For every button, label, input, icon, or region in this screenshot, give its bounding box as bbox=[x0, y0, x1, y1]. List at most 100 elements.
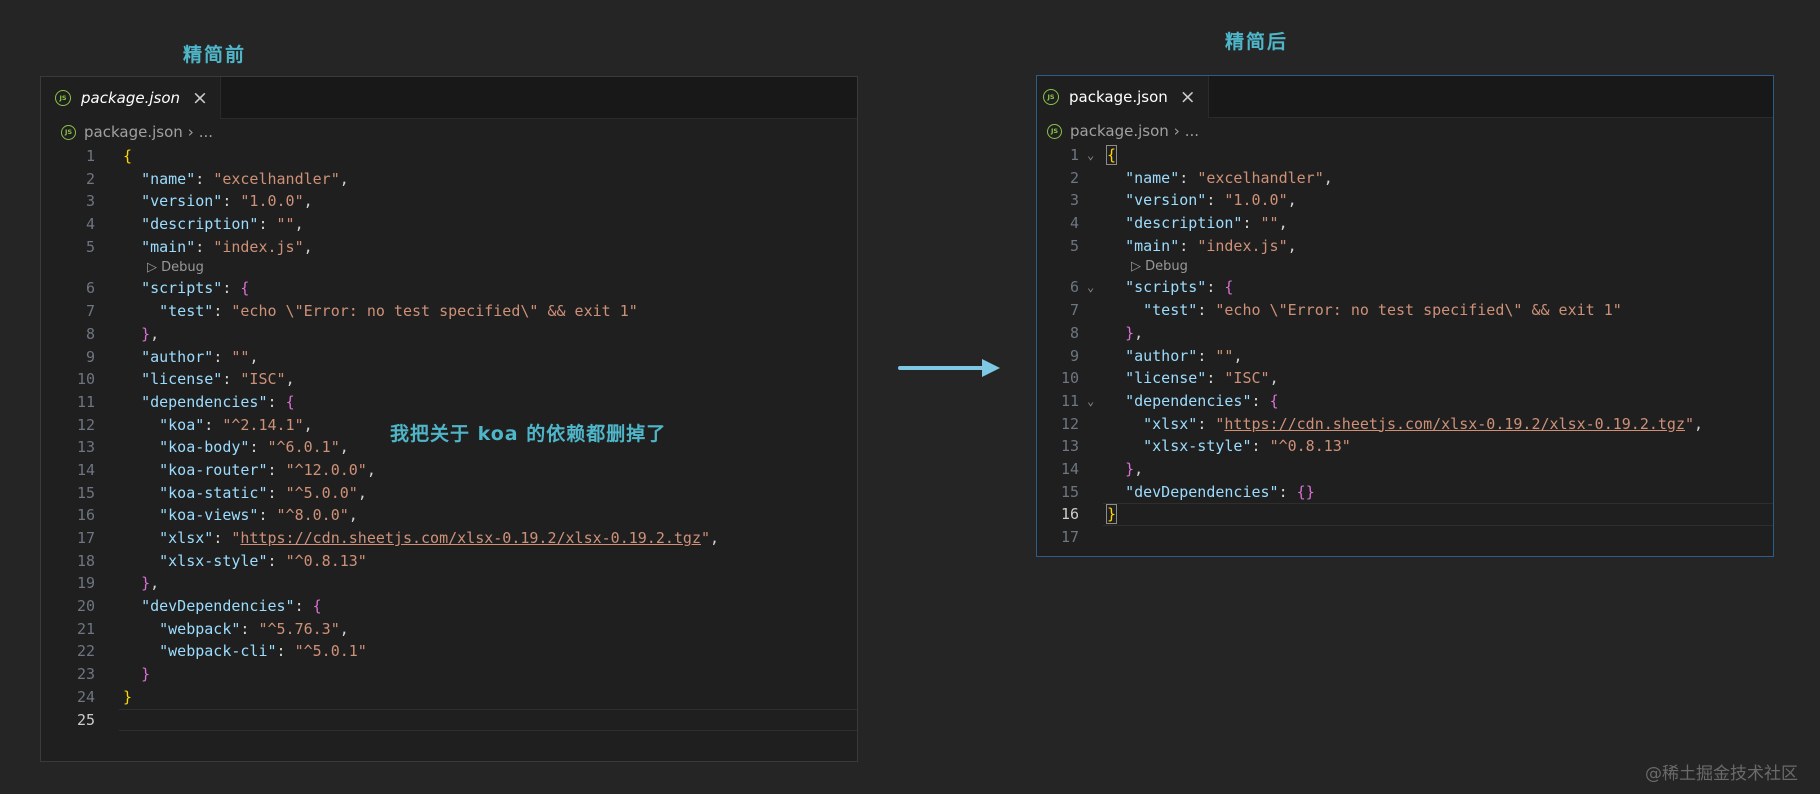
code-text: "version": "1.0.0", bbox=[141, 192, 313, 211]
breadcrumb-file[interactable]: package.json bbox=[1070, 122, 1169, 140]
line-number: 16 bbox=[76, 506, 95, 525]
code-line[interactable]: 14 }, bbox=[1037, 458, 1773, 481]
line-number: 17 bbox=[1060, 528, 1079, 546]
line-number: 11 bbox=[76, 392, 95, 411]
code-line[interactable]: 7 "test": "echo \"Error: no test specifi… bbox=[1037, 299, 1773, 322]
code-text: } bbox=[141, 665, 151, 684]
code-line[interactable]: 3 "version": "1.0.0", bbox=[1037, 189, 1773, 212]
line-number: 7 bbox=[85, 302, 95, 321]
line-number: 1 bbox=[1069, 146, 1079, 164]
debug-codelens[interactable]: ▷ Debug bbox=[1037, 257, 1773, 276]
code-text: "version": "1.0.0", bbox=[1125, 191, 1297, 210]
code-line[interactable]: 21 "webpack": "^5.76.3", bbox=[41, 618, 857, 641]
code-text: "webpack-cli": "^5.0.1" bbox=[159, 642, 367, 661]
fold-chevron-icon[interactable]: ⌄ bbox=[1087, 144, 1094, 167]
code-line[interactable]: 24} bbox=[41, 686, 857, 709]
code-line[interactable]: 2 "name": "excelhandler", bbox=[1037, 167, 1773, 190]
code-text: "scripts": { bbox=[1125, 278, 1234, 297]
code-line[interactable]: 4 "description": "", bbox=[1037, 212, 1773, 235]
code-line[interactable]: 2 "name": "excelhandler", bbox=[41, 168, 857, 191]
line-number: 7 bbox=[1069, 301, 1079, 320]
code-line[interactable]: 13 "xlsx-style": "^0.8.13" bbox=[1037, 435, 1773, 458]
code-text: "devDependencies": { bbox=[141, 597, 322, 616]
line-number: 18 bbox=[76, 551, 95, 570]
line-number: 2 bbox=[85, 169, 95, 188]
breadcrumb-more[interactable]: ... bbox=[1185, 122, 1199, 140]
codelens-label: Debug bbox=[161, 260, 204, 276]
code-line[interactable]: 22 "webpack-cli": "^5.0.1" bbox=[41, 640, 857, 663]
code-line[interactable]: 4 "description": "", bbox=[41, 213, 857, 236]
code-line[interactable]: 10 "license": "ISC", bbox=[41, 368, 857, 391]
code-line[interactable]: 25 bbox=[41, 708, 857, 732]
code-line[interactable]: 11 "dependencies": { bbox=[41, 391, 857, 414]
code-line[interactable]: 8 }, bbox=[41, 323, 857, 346]
code-line[interactable]: 17 bbox=[1037, 526, 1773, 549]
code-line[interactable]: 9 "author": "", bbox=[41, 346, 857, 369]
debug-codelens[interactable]: ▷ Debug bbox=[41, 258, 857, 277]
arrow-right-icon bbox=[898, 359, 1000, 377]
code-text: "koa": "^2.14.1", bbox=[159, 415, 313, 434]
code-line[interactable]: 23 } bbox=[41, 663, 857, 686]
code-line[interactable]: 15 "devDependencies": {} bbox=[1037, 481, 1773, 504]
close-icon[interactable]: × bbox=[192, 88, 208, 108]
code-text: "description": "", bbox=[1125, 214, 1288, 233]
code-line[interactable]: 6 ⌄ "scripts": { bbox=[1037, 276, 1773, 299]
code-line[interactable]: 5 "main": "index.js", bbox=[41, 236, 857, 259]
line-number: 22 bbox=[76, 642, 95, 661]
line-number: 20 bbox=[76, 597, 95, 616]
code-line[interactable]: 9 "author": "", bbox=[1037, 345, 1773, 368]
code-line[interactable]: 11 ⌄ "dependencies": { bbox=[1037, 390, 1773, 413]
code-line[interactable]: 12 "xlsx": "https://cdn.sheetjs.com/xlsx… bbox=[1037, 413, 1773, 436]
code-area[interactable]: 1 ⌄{2 "name": "excelhandler", 3 "version":… bbox=[1037, 144, 1773, 549]
code-text: "xlsx": "https://cdn.sheetjs.com/xlsx-0.… bbox=[159, 529, 720, 547]
line-number: 3 bbox=[1069, 191, 1079, 210]
caption-after: 精简后 bbox=[1225, 31, 1289, 53]
code-line[interactable]: 1{ bbox=[41, 145, 857, 168]
code-text: "name": "excelhandler", bbox=[141, 169, 349, 188]
fold-chevron-icon[interactable]: ⌄ bbox=[1087, 276, 1094, 299]
code-line[interactable]: 10 "license": "ISC", bbox=[1037, 367, 1773, 390]
json-file-icon: JS bbox=[1043, 89, 1059, 105]
current-line-highlight bbox=[1103, 503, 1773, 526]
code-text: "test": "echo \"Error: no test specified… bbox=[159, 302, 638, 321]
breadcrumb-file[interactable]: package.json bbox=[84, 123, 183, 141]
fold-chevron-icon[interactable]: ⌄ bbox=[1087, 390, 1094, 413]
json-file-icon: JS bbox=[1047, 123, 1062, 139]
code-line[interactable]: 20 "devDependencies": { bbox=[41, 595, 857, 618]
code-line[interactable]: 14 "koa-router": "^12.0.0", bbox=[41, 459, 857, 482]
close-icon[interactable]: × bbox=[1180, 87, 1196, 107]
line-number: 12 bbox=[1060, 414, 1079, 433]
code-line[interactable]: 16 "koa-views": "^8.0.0", bbox=[41, 504, 857, 527]
code-line[interactable]: 1 ⌄ { bbox=[1037, 144, 1773, 167]
code-text: "webpack": "^5.76.3", bbox=[159, 619, 349, 638]
code-line[interactable]: 7 "test": "echo \"Error: no test specifi… bbox=[41, 300, 857, 323]
code-line[interactable]: 6 "scripts": { bbox=[41, 277, 857, 300]
tab-package-json[interactable]: JS package.json × bbox=[41, 77, 221, 119]
code-text: "author": "", bbox=[141, 347, 259, 366]
code-line[interactable]: 3 "version": "1.0.0", bbox=[41, 190, 857, 213]
code-text: "koa-static": "^5.0.0", bbox=[159, 483, 367, 502]
code-text: "test": "echo \"Error: no test specified… bbox=[1143, 301, 1622, 320]
code-text: }, bbox=[1125, 459, 1144, 478]
code-line[interactable]: 17 "xlsx": "https://cdn.sheetjs.com/xlsx… bbox=[41, 527, 857, 550]
breadcrumb-more[interactable]: ... bbox=[199, 123, 213, 141]
tab-package-json[interactable]: JS package.json × bbox=[1037, 76, 1209, 118]
code-line[interactable]: 18 "xlsx-style": "^0.8.13" bbox=[41, 550, 857, 573]
code-line[interactable]: 19 }, bbox=[41, 572, 857, 595]
code-text: "license": "ISC", bbox=[141, 370, 295, 389]
code-line[interactable]: 15 "koa-static": "^5.0.0", bbox=[41, 482, 857, 505]
line-number: 15 bbox=[1060, 482, 1079, 501]
line-number: 14 bbox=[1060, 459, 1079, 478]
tab-bar: JS package.json × bbox=[1037, 76, 1773, 118]
code-text: "main": "index.js", bbox=[1125, 236, 1297, 255]
breadcrumb: JS package.json › ... bbox=[41, 119, 857, 145]
code-text: }, bbox=[141, 574, 160, 593]
line-number: 23 bbox=[76, 665, 95, 684]
code-line[interactable]: 8 }, bbox=[1037, 322, 1773, 345]
code-text: } bbox=[123, 687, 133, 706]
tab-label: package.json bbox=[1069, 88, 1168, 106]
line-number: 3 bbox=[85, 192, 95, 211]
line-number: 1 bbox=[85, 147, 95, 165]
code-line[interactable]: 5 "main": "index.js", bbox=[1037, 235, 1773, 258]
code-line[interactable]: 16} bbox=[1037, 503, 1773, 526]
